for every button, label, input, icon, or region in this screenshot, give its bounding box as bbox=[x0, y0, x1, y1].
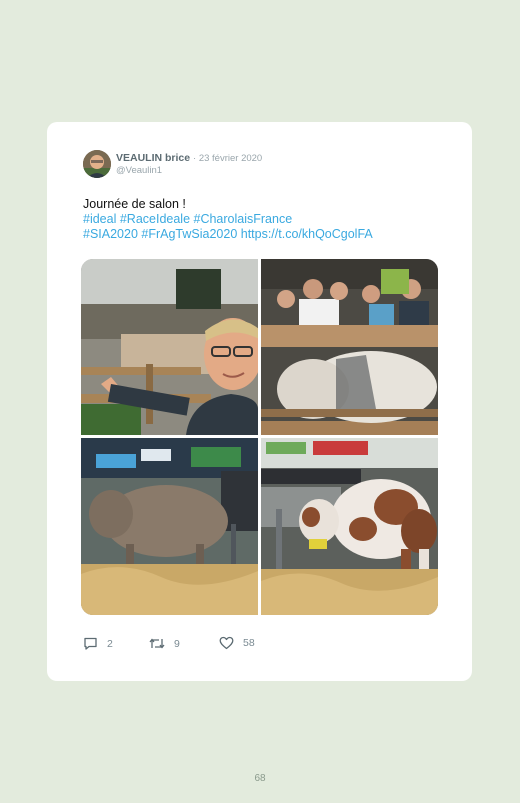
photo-brown-cow[interactable] bbox=[81, 438, 258, 615]
retweet-icon bbox=[149, 638, 165, 649]
page-number: 68 bbox=[254, 773, 266, 784]
like-count: 58 bbox=[243, 637, 255, 649]
retweet-count: 9 bbox=[174, 637, 180, 650]
author-handle[interactable]: @Veaulin1 bbox=[116, 165, 162, 176]
tweet-hashtags-and-link[interactable]: #SIA2020 #FrAgTwSia2020 https://t.co/khQ… bbox=[83, 227, 443, 242]
tweet-text-line: Journée de salon ! bbox=[83, 197, 186, 211]
reply-button[interactable]: 2 bbox=[83, 636, 113, 651]
photo-grid bbox=[81, 259, 438, 615]
retweet-button[interactable]: 9 bbox=[149, 636, 180, 651]
tweet-hashtags[interactable]: #ideal #RaceIdeale #CharolaisFrance bbox=[83, 212, 443, 227]
like-button[interactable]: 58 bbox=[219, 636, 255, 650]
tweet-actions: 2 9 58 bbox=[83, 636, 313, 652]
photo-white-cow[interactable] bbox=[261, 259, 438, 435]
photo-spotted-cow[interactable] bbox=[261, 438, 438, 615]
heart-icon bbox=[219, 636, 234, 650]
author-line: VEAULIN brice · 23 février 2020 bbox=[116, 152, 262, 164]
reply-count: 2 bbox=[107, 637, 113, 650]
author-avatar[interactable] bbox=[83, 150, 111, 178]
tweet-card: VEAULIN brice · 23 février 2020 @Veaulin… bbox=[47, 122, 472, 681]
reply-icon bbox=[84, 637, 97, 650]
tweet-text: Journée de salon ! #ideal #RaceIdeale #C… bbox=[83, 197, 443, 242]
tweet-date[interactable]: · 23 février 2020 bbox=[193, 153, 262, 164]
author-name[interactable]: VEAULIN brice bbox=[116, 152, 190, 164]
photo-selfie[interactable] bbox=[81, 259, 262, 435]
